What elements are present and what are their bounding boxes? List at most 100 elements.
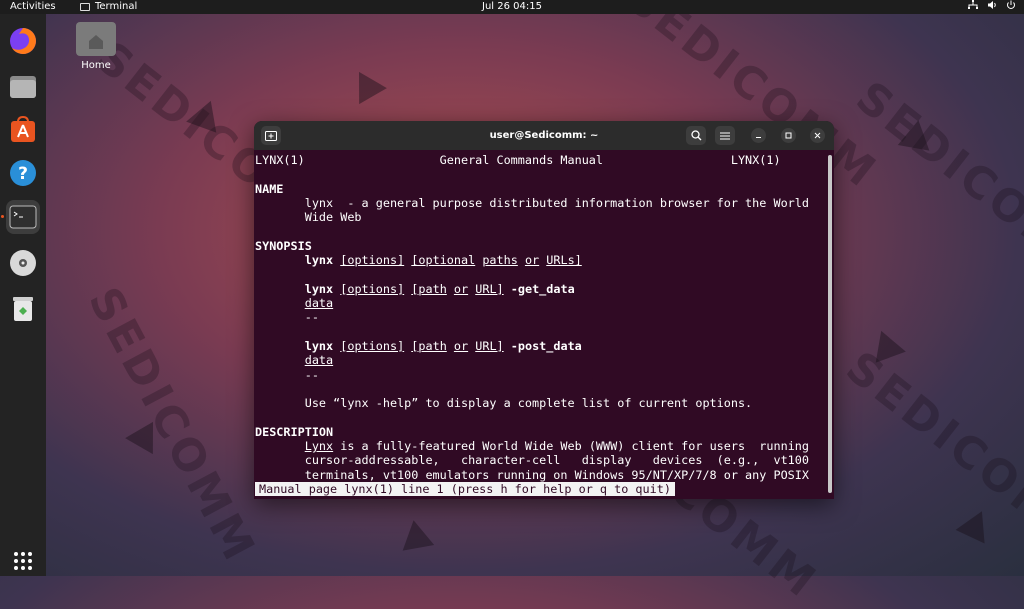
terminal-line: lynx [options] [path or URL] -get_data (255, 282, 575, 296)
software-store-icon (11, 115, 35, 142)
terminal-text: URL] (475, 338, 504, 353)
scrollbar[interactable] (828, 155, 832, 493)
watermark-triangle (345, 63, 387, 105)
terminal-line: Lynx is a fully-featured World Wide Web … (255, 439, 809, 453)
power-icon (1007, 0, 1015, 9)
terminal-text: Use “lynx -help” to display a complete l… (255, 396, 753, 411)
terminal-text: or (453, 281, 469, 296)
terminal-launcher[interactable] (6, 200, 40, 234)
minimize-icon (756, 137, 761, 138)
terminal-line: SYNOPSIS (255, 239, 312, 253)
show-apps-button[interactable] (6, 544, 40, 578)
terminal-text: [path (411, 281, 447, 296)
terminal-line: NAME (255, 182, 283, 196)
terminal-text: is a fully-featured World Wide Web (WWW)… (333, 439, 809, 453)
app-grid-icon (14, 552, 32, 570)
terminal-text: Lynx (304, 439, 334, 453)
terminal-text: lynx (304, 281, 334, 296)
terminal-text: [options] (340, 253, 405, 268)
terminal-line: terminals, vt100 emulators running on Wi… (255, 468, 809, 482)
terminal-output[interactable]: LYNX(1) General Commands Manual LYNX(1) N… (254, 150, 826, 499)
minimize-button[interactable] (751, 128, 766, 143)
firefox-launcher[interactable] (6, 24, 40, 58)
search-button[interactable] (686, 126, 706, 145)
close-button[interactable] (810, 128, 825, 143)
window-title: user@Sedicomm: ~ (489, 130, 599, 141)
terminal-line: -- (255, 368, 319, 382)
watermark-triangle (955, 504, 997, 544)
new-tab-button[interactable] (261, 126, 281, 145)
terminal-text: -post_data (510, 338, 582, 353)
terminal-text: -- (255, 367, 319, 382)
terminal-line: LYNX(1) General Commands Manual LYNX(1) (255, 153, 781, 167)
terminal-text: URLs] (546, 253, 582, 268)
terminal-text: lynx (304, 253, 334, 268)
network-icon (968, 0, 978, 9)
pager-status-line: Manual page lynx(1) line 1 (press h for … (255, 481, 675, 497)
terminal-text: [optional (411, 253, 476, 268)
terminal-text: data (304, 296, 334, 310)
terminal-text: or (453, 338, 469, 353)
terminal-icon (9, 205, 37, 229)
watermark-text: SEDICOMM (846, 71, 1024, 300)
help-launcher[interactable]: ? (6, 156, 40, 190)
svg-text:?: ? (18, 164, 28, 184)
terminal-text: paths (482, 253, 518, 268)
maximize-button[interactable] (781, 128, 796, 143)
terminal-text: URL] (475, 281, 504, 296)
watermark-text: SEDICOMM (836, 341, 1024, 570)
new-tab-icon (265, 131, 277, 141)
running-indicator (1, 215, 4, 218)
terminal-window[interactable]: user@Sedicomm: ~ LYNX(1) General Command… (254, 121, 834, 499)
terminal-line: lynx [options] [optional paths or URLs] (255, 253, 582, 267)
files-icon (10, 76, 36, 98)
files-launcher[interactable] (6, 69, 40, 103)
terminal-text: -- (255, 310, 319, 325)
terminal-text: lynx (304, 338, 334, 353)
desktop-home-icon[interactable]: Home (74, 22, 118, 71)
menu-button[interactable] (715, 126, 735, 145)
terminal-text: cursor-addressable, character-cell displ… (255, 453, 809, 468)
dock: ? (0, 14, 46, 576)
home-label: Home (81, 60, 111, 71)
terminal-text: LYNX(1) General Commands Manual LYNX(1) (255, 153, 781, 167)
terminal-text: NAME (255, 181, 284, 196)
volume-icon (988, 1, 996, 9)
terminal-text: DESCRIPTION (255, 424, 334, 439)
software-launcher[interactable] (6, 112, 40, 146)
terminal-line: DESCRIPTION (255, 425, 333, 439)
system-tray[interactable] (968, 0, 1016, 10)
terminal-line: -- (255, 310, 319, 324)
terminal-line: lynx - a general purpose distributed inf… (255, 196, 809, 210)
terminal-line: lynx [options] [path or URL] -post_data (255, 339, 582, 353)
terminal-text: -get_data (510, 281, 575, 296)
watermark-triangle (397, 517, 435, 551)
clock[interactable]: Jul 26 04:15 (0, 0, 1024, 14)
terminal-text: terminals, vt100 emulators running on Wi… (255, 467, 809, 482)
watermark-triangle (897, 117, 935, 151)
trash-icon (13, 297, 33, 321)
terminal-line: Wide Web (255, 210, 362, 224)
terminal-text: or (524, 253, 540, 268)
top-bar: Activities Terminal Jul 26 04:15 (0, 0, 1024, 14)
hamburger-icon (720, 132, 730, 139)
cd-drive-icon (10, 250, 36, 276)
terminal-titlebar[interactable]: user@Sedicomm: ~ (254, 121, 834, 150)
search-icon (690, 130, 701, 141)
terminal-text: SYNOPSIS (255, 238, 312, 253)
terminal-line: Use “lynx -help” to display a complete l… (255, 396, 752, 410)
trash-launcher[interactable] (6, 291, 40, 325)
cd-drive-launcher[interactable] (6, 246, 40, 280)
firefox-icon (10, 28, 36, 54)
help-icon: ? (10, 160, 36, 186)
